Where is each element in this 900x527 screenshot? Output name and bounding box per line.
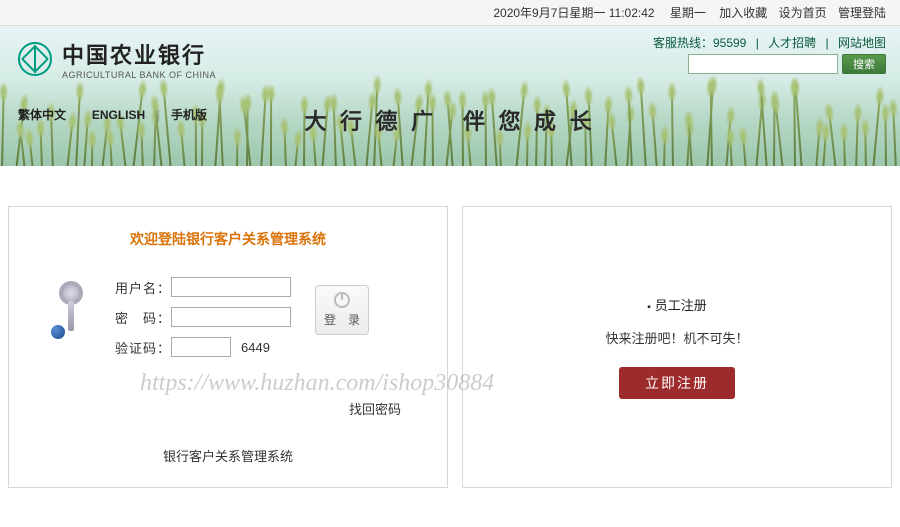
password-label: 密 码： (113, 308, 171, 327)
hotline-text: 客服热线：95599 (653, 36, 746, 50)
login-button-label: 登 录 (324, 311, 360, 328)
lang-english-link[interactable]: ENGLISH (92, 108, 145, 122)
login-panel: 欢迎登陆银行客户关系管理系统 用户名： 登 录 密 码： (8, 206, 448, 488)
captcha-input[interactable] (171, 337, 231, 357)
search-area: 搜索 (688, 54, 886, 74)
header-banner: 中国农业银行 AGRICULTURAL BANK OF CHINA 客服热线：9… (0, 26, 900, 166)
slogan-text: 大 行 德 广 伴 您 成 长 (304, 104, 595, 136)
lang-traditional-link[interactable]: 繁体中文 (18, 108, 66, 122)
add-favorite-link[interactable]: 加入收藏 (719, 6, 767, 20)
register-title: 员工注册 (647, 295, 707, 314)
utility-links: 客服热线：95599 | 人才招聘 | 网站地图 (653, 34, 886, 51)
password-input[interactable] (171, 307, 291, 327)
username-label: 用户名： (113, 278, 171, 297)
weekday-text: 星期一 (670, 6, 706, 20)
login-title: 欢迎登陆银行客户关系管理系统 (29, 229, 427, 249)
system-name: 银行客户关系管理系统 (29, 446, 427, 465)
register-subtitle: 快来注册吧！机不可失！ (605, 328, 748, 347)
logo-chinese: 中国农业银行 (62, 38, 216, 70)
forgot-password-link[interactable]: 找回密码 (349, 402, 401, 417)
power-icon (334, 292, 350, 308)
register-panel: 员工注册 快来注册吧！机不可失！ 立即注册 (462, 206, 892, 488)
key-icon (47, 281, 95, 339)
logo-english: AGRICULTURAL BANK OF CHINA (62, 70, 216, 80)
username-input[interactable] (171, 277, 291, 297)
top-bar: 2020年9月7日星期一 11:02:42 星期一 加入收藏 设为首页 管理登陆 (0, 0, 900, 26)
logo-area: 中国农业银行 AGRICULTURAL BANK OF CHINA (18, 38, 216, 80)
search-input[interactable] (688, 54, 838, 74)
set-homepage-link[interactable]: 设为首页 (779, 6, 827, 20)
search-button[interactable]: 搜索 (842, 54, 886, 74)
captcha-label: 验证码： (113, 338, 171, 357)
abc-logo-icon (18, 42, 52, 76)
sitemap-link[interactable]: 网站地图 (838, 36, 886, 50)
login-button[interactable]: 登 录 (315, 285, 369, 335)
admin-login-link[interactable]: 管理登陆 (838, 6, 886, 20)
datetime-text: 2020年9月7日星期一 11:02:42 (493, 6, 654, 20)
recruit-link[interactable]: 人才招聘 (768, 36, 816, 50)
captcha-code: 6449 (241, 340, 270, 355)
lang-mobile-link[interactable]: 手机版 (171, 108, 207, 122)
register-button[interactable]: 立即注册 (619, 367, 735, 399)
language-links: 繁体中文 | ENGLISH | 手机版 (18, 106, 207, 123)
content-area: 欢迎登陆银行客户关系管理系统 用户名： 登 录 密 码： (0, 166, 900, 498)
